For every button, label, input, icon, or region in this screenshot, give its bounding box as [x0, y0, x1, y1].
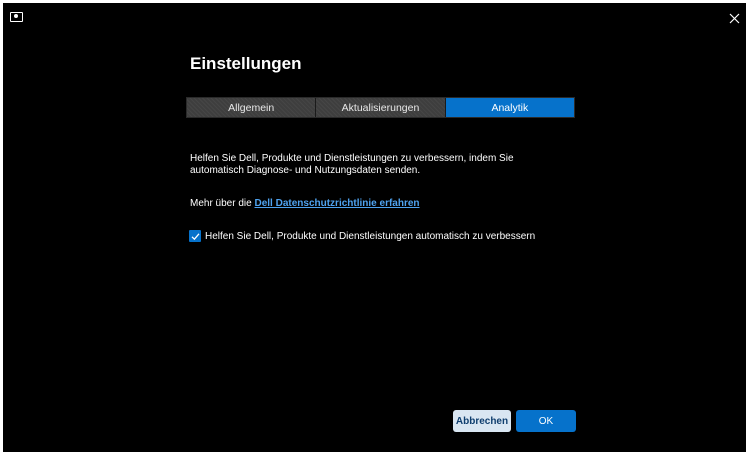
tab-bar: Allgemein Aktualisierungen Analytik: [186, 97, 575, 118]
settings-window: Einstellungen Allgemein Aktualisierungen…: [3, 3, 746, 452]
monitor-icon: [10, 12, 23, 22]
analytics-description: Helfen Sie Dell, Produkte und Dienstleis…: [190, 153, 514, 176]
privacy-prefix: Mehr über die: [190, 198, 255, 209]
checkmark-icon: [191, 232, 199, 240]
tab-aktualisierungen[interactable]: Aktualisierungen: [315, 98, 445, 117]
page-title: Einstellungen: [190, 54, 302, 73]
analytics-consent-checkbox[interactable]: [189, 230, 201, 242]
cancel-button[interactable]: Abbrechen: [453, 410, 511, 432]
privacy-text: Mehr über die Dell Datenschutzrichtlinie…: [190, 198, 420, 209]
privacy-policy-link[interactable]: Dell Datenschutzrichtlinie erfahren: [254, 198, 419, 209]
close-button[interactable]: [726, 10, 742, 26]
ok-button[interactable]: OK: [516, 410, 576, 432]
tab-analytik[interactable]: Analytik: [444, 98, 574, 117]
tab-allgemein[interactable]: Allgemein: [187, 98, 316, 117]
analytics-consent-row[interactable]: Helfen Sie Dell, Produkte und Dienstleis…: [189, 230, 535, 242]
analytics-consent-label: Helfen Sie Dell, Produkte und Dienstleis…: [205, 230, 536, 242]
close-icon: [729, 13, 739, 23]
